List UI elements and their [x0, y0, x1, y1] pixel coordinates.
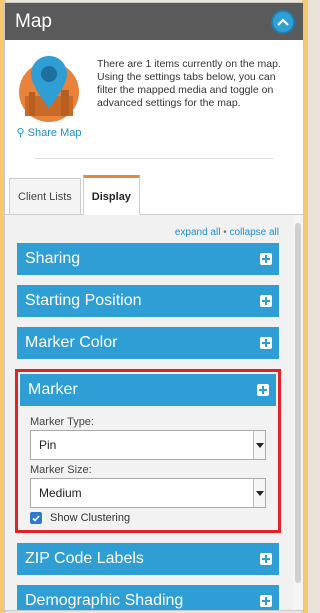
section-demographic-shading[interactable]: Demographic Shading: [17, 585, 279, 610]
collapse-all-link[interactable]: collapse all: [230, 227, 279, 238]
tab-client-lists[interactable]: Client Lists: [9, 178, 81, 214]
plus-icon: [260, 295, 272, 307]
share-map-link[interactable]: ⚲ Share Map: [17, 126, 82, 139]
marker-size-select[interactable]: Medium: [30, 478, 266, 508]
plus-icon: [260, 253, 272, 265]
intro-description: There are 1 items currently on the map. …: [97, 58, 281, 109]
section-sharing[interactable]: Sharing: [17, 243, 279, 275]
collapse-button[interactable]: [271, 9, 295, 34]
show-clustering-row[interactable]: Show Clustering: [30, 512, 266, 524]
dropdown-arrow-icon: [253, 431, 265, 459]
show-clustering-checkbox[interactable]: [30, 512, 42, 524]
section-starting-position[interactable]: Starting Position: [17, 285, 279, 317]
marker-type-select[interactable]: Pin: [30, 430, 266, 460]
plus-icon: [260, 595, 272, 607]
map-panel: Map ⚲ Share Map There are 1 items curren…: [4, 2, 304, 611]
section-zip-code-labels[interactable]: ZIP Code Labels: [17, 543, 279, 575]
marker-settings: Marker Type: Pin Marker Size: Medium Sho…: [20, 406, 276, 528]
checkmark-icon: [32, 514, 40, 522]
minus-icon: [257, 384, 269, 396]
scrollbar-thumb[interactable]: [295, 223, 301, 583]
separator: •: [223, 227, 227, 238]
tab-display[interactable]: Display: [82, 175, 140, 215]
panel-header: Map: [5, 3, 303, 40]
marker-type-value: Pin: [39, 438, 57, 452]
section-label: Marker: [28, 381, 78, 398]
section-label: Marker Color: [25, 334, 118, 351]
intro-section: ⚲ Share Map There are 1 items currently …: [5, 40, 303, 150]
marker-type-label: Marker Type:: [30, 416, 94, 428]
chevron-up-icon: [277, 17, 289, 26]
section-marker-color[interactable]: Marker Color: [17, 327, 279, 359]
marker-size-value: Medium: [39, 486, 82, 500]
section-marker[interactable]: Marker: [20, 374, 276, 406]
expand-collapse-controls: expand all • collapse all: [5, 215, 303, 243]
share-map-label: Share Map: [27, 127, 82, 139]
show-clustering-label: Show Clustering: [50, 512, 131, 524]
dropdown-arrow-icon: [253, 479, 265, 507]
section-label: ZIP Code Labels: [25, 550, 144, 567]
tab-bar: Client Lists Display: [5, 159, 303, 215]
marker-section-highlight: Marker Marker Type: Pin Marker Size: Med…: [15, 369, 281, 533]
display-tab-content: expand all • collapse all Sharing Starti…: [5, 215, 303, 610]
panel-title: Map: [15, 10, 52, 32]
scrollbar[interactable]: [293, 215, 303, 610]
location-pin-icon: ⚲: [16, 127, 25, 139]
plus-icon: [260, 553, 272, 565]
plus-icon: [260, 337, 272, 349]
expand-all-link[interactable]: expand all: [175, 227, 221, 238]
map-pin-logo: [19, 56, 79, 122]
marker-size-label: Marker Size:: [30, 464, 92, 476]
section-label: Sharing: [25, 250, 81, 267]
section-label: Starting Position: [25, 292, 142, 309]
section-label: Demographic Shading: [25, 592, 184, 609]
